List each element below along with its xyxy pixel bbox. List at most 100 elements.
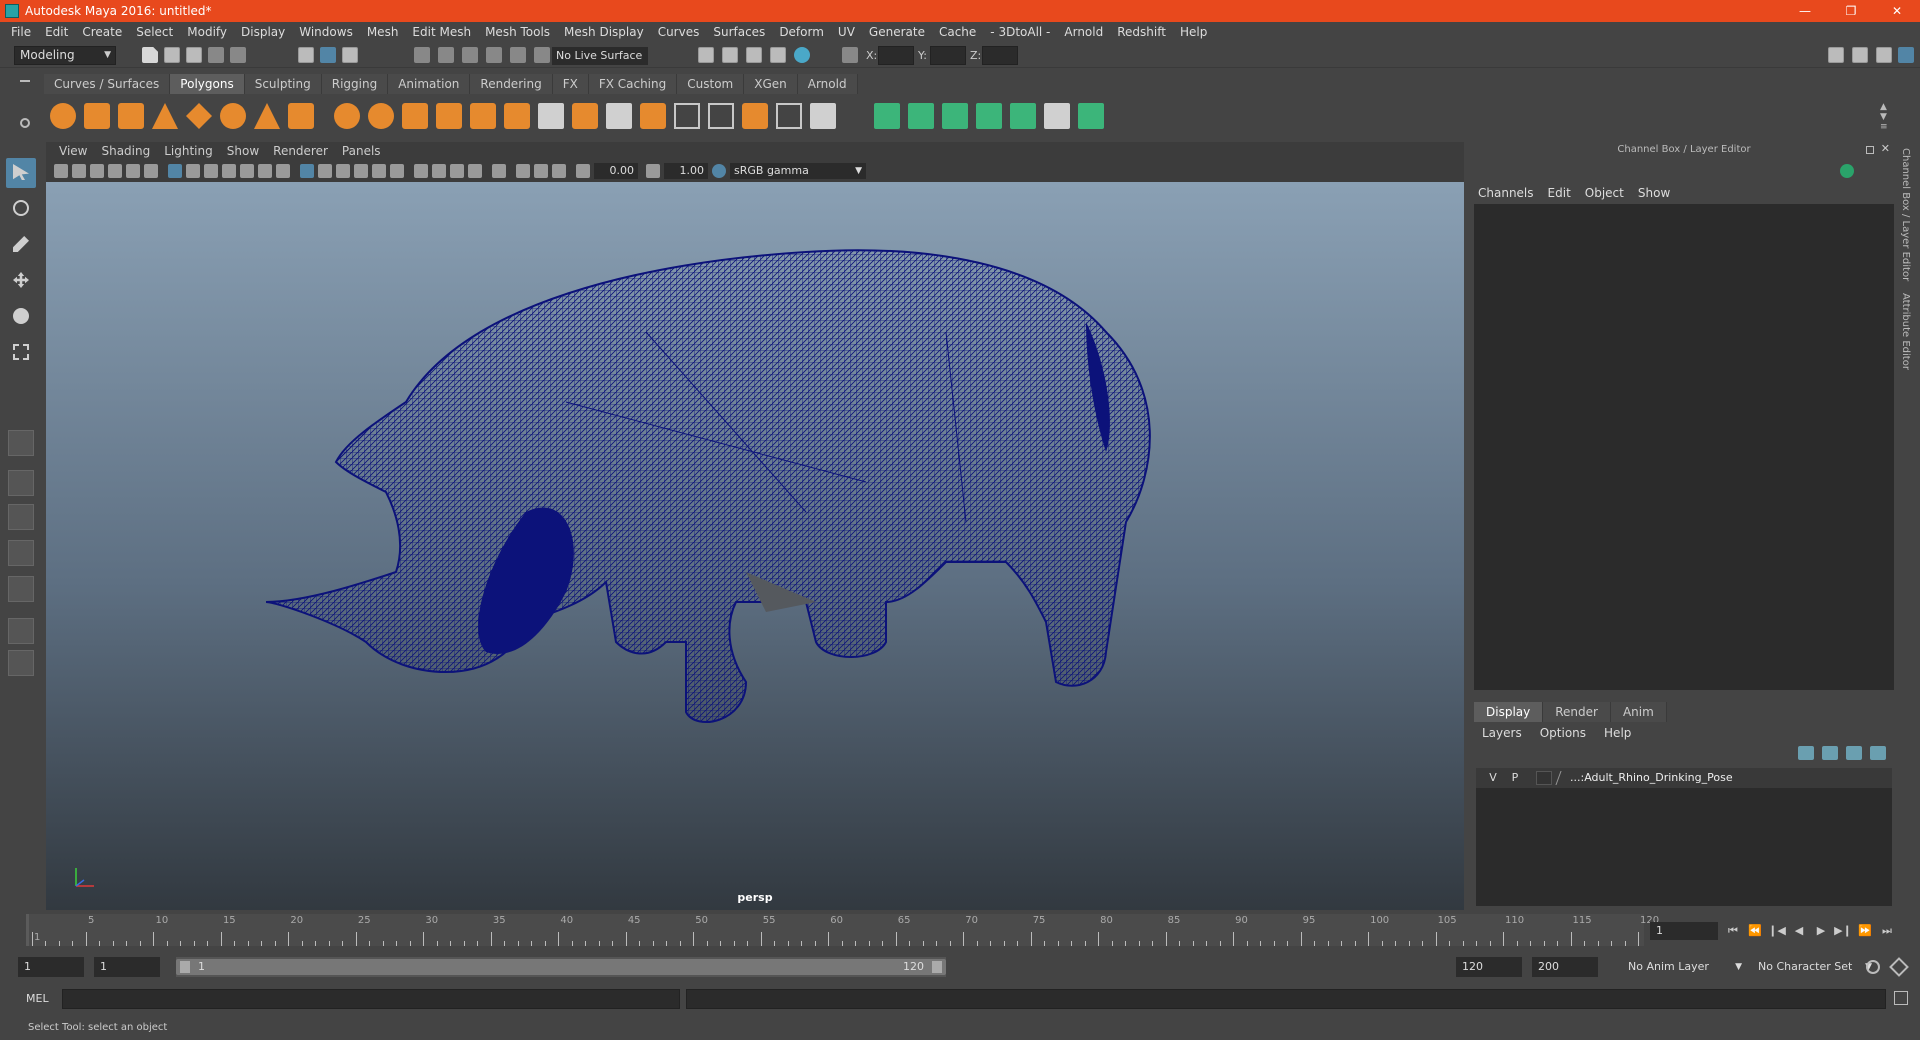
hypershade-icon[interactable] [794,47,810,63]
ipr-render-icon[interactable] [746,47,762,63]
open-scene-icon[interactable] [164,47,180,63]
tab-rendering[interactable]: Rendering [470,74,553,94]
attribute-editor-icon[interactable] [1852,47,1868,63]
side-tab-channel-box[interactable]: Channel Box / Layer Editor [1900,142,1911,287]
layer-visibility-toggle[interactable]: V [1484,770,1502,786]
poly-pipe-icon[interactable] [288,103,314,129]
separate-icon[interactable] [368,103,394,129]
layer-name[interactable]: ...:Adult_Rhino_Drinking_Pose [1570,771,1733,784]
auto-key-icon[interactable] [1866,960,1880,974]
lights-icon[interactable] [372,164,386,178]
modeling-toolkit-icon[interactable] [1828,47,1844,63]
tab-sculpting[interactable]: Sculpting [244,74,322,94]
tab-display[interactable]: Display [1474,702,1544,722]
go-to-end-icon[interactable]: ⏭ [1878,922,1896,940]
menu-modify[interactable]: Modify [180,25,234,39]
redo-icon[interactable] [230,47,246,63]
float-panel-icon[interactable] [1866,146,1874,154]
tab-rigging[interactable]: Rigging [321,74,389,94]
poly-pyramid-icon[interactable] [254,103,280,129]
select-hierarchy-icon[interactable] [298,47,314,63]
anim-layer-dropdown[interactable]: No Anim Layer ▼ [1620,957,1746,977]
edit-menu[interactable]: Edit [1548,186,1571,200]
shelf-scroll-icon[interactable]: ▲ ▼ ≡ [1880,102,1888,132]
go-to-start-icon[interactable]: ⏮ [1724,922,1742,940]
panel-menu-view[interactable]: View [52,144,94,158]
single-perspective-layout-button[interactable] [8,430,34,456]
menu-edit-mesh[interactable]: Edit Mesh [405,25,478,39]
menu-file[interactable]: File [4,25,38,39]
object-menu[interactable]: Object [1585,186,1624,200]
poly-plane-icon[interactable] [186,103,212,129]
lasso-tool[interactable] [6,194,36,224]
close-button[interactable]: ✕ [1874,0,1920,22]
depth-of-field-icon[interactable] [468,164,482,178]
gate-mask-icon[interactable] [222,164,236,178]
close-icon[interactable]: ✕ [1881,142,1890,155]
restore-button[interactable]: ❐ [1828,0,1874,22]
animation-end-field[interactable]: 200 [1532,957,1598,977]
new-layer-selected-icon[interactable] [1870,746,1886,760]
uv-spherical-icon[interactable] [942,103,968,129]
gear-icon[interactable] [20,118,30,128]
tab-arnold[interactable]: Arnold [797,74,858,94]
y-field[interactable] [930,46,966,65]
persp-graph-layout-button[interactable] [8,540,34,566]
panel-menu-shading[interactable]: Shading [94,144,157,158]
perspective-viewport[interactable]: persp [46,182,1464,910]
poly-sphere-icon[interactable] [50,103,76,129]
shadows-icon[interactable] [390,164,404,178]
safe-title-icon[interactable] [276,164,290,178]
multi-cut-icon[interactable] [674,103,700,129]
channel-box-body[interactable] [1474,204,1894,690]
poly-cone-icon[interactable] [152,103,178,129]
step-forward-frame-icon[interactable]: ▶❙ [1834,922,1852,940]
persp-hypershade-layout-button[interactable] [8,576,34,602]
xray-components-icon[interactable] [552,164,566,178]
uv-editor-icon[interactable] [1078,103,1104,129]
playback-end-field[interactable]: 120 [1456,957,1522,977]
uv-cylindrical-icon[interactable] [908,103,934,129]
smooth-icon[interactable] [436,103,462,129]
script-language-toggle[interactable]: MEL [26,992,49,1005]
help-menu[interactable]: Help [1604,726,1631,740]
safe-action-icon[interactable] [258,164,272,178]
menu-surfaces[interactable]: Surfaces [706,25,772,39]
z-field[interactable] [982,46,1018,65]
new-empty-layer-icon[interactable] [1846,746,1862,760]
bevel-icon[interactable] [572,103,598,129]
xray-icon[interactable] [516,164,530,178]
range-end-handle[interactable] [932,961,942,973]
make-live-icon[interactable] [534,47,550,63]
tab-curves-surfaces[interactable]: Curves / Surfaces [44,74,171,94]
select-object-icon[interactable] [320,47,336,63]
exposure-icon[interactable] [576,164,590,178]
range-slider[interactable]: 1 120 [176,957,946,977]
view-transform-dropdown[interactable]: sRGB gamma ▼ [730,163,866,179]
play-backwards-icon[interactable]: ◀ [1790,922,1808,940]
poly-cube-icon[interactable] [84,103,110,129]
move-layer-up-icon[interactable] [1798,746,1814,760]
snap-live-icon[interactable] [510,47,526,63]
field-chart-icon[interactable] [240,164,254,178]
motion-blur-icon[interactable] [432,164,446,178]
render-view-icon[interactable] [698,47,714,63]
script-editor-icon[interactable] [1894,991,1908,1005]
save-scene-icon[interactable] [186,47,202,63]
channels-menu[interactable]: Channels [1478,186,1534,200]
snap-point-icon[interactable] [462,47,478,63]
isolate-select-icon[interactable] [492,164,506,178]
menu-3dtoall[interactable]: - 3DtoAll - [983,25,1057,39]
connect-icon[interactable] [810,103,836,129]
gamma-field[interactable]: 1.00 [664,163,708,179]
character-set-dropdown[interactable]: No Character Set ▼ [1750,957,1876,977]
animation-preferences-icon[interactable] [1889,957,1909,977]
combine-icon[interactable] [334,103,360,129]
film-gate-icon[interactable] [186,164,200,178]
default-material-icon[interactable] [336,164,350,178]
tab-fx-caching[interactable]: FX Caching [588,74,678,94]
tab-custom[interactable]: Custom [677,74,745,94]
current-frame-field[interactable]: 1 [1650,922,1718,940]
tab-polygons[interactable]: Polygons [170,74,245,94]
menu-redshift[interactable]: Redshift [1110,25,1173,39]
